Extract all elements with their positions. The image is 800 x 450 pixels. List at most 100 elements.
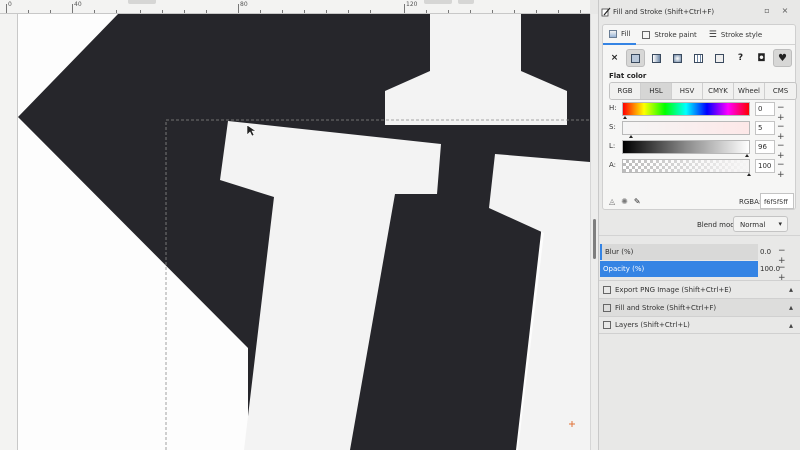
alpha-label: A: [609, 161, 617, 169]
toolbar-button-stub[interactable] [424, 0, 452, 4]
blur-label: Blur (%) [605, 248, 634, 256]
pattern-button[interactable] [710, 49, 729, 67]
alpha-value[interactable]: 100 [755, 159, 775, 173]
ruler-label: 120 [406, 1, 418, 8]
opacity-label: Opacity (%) [603, 265, 645, 273]
export-icon [603, 285, 611, 294]
saturation-slider[interactable] [622, 121, 750, 135]
color-picker-icon[interactable]: ✎ [634, 197, 641, 206]
opacity-row: Opacity (%) 100.0 −+ [600, 261, 797, 283]
fill-rule-nonzero-button[interactable]: ♥ [773, 49, 792, 67]
mode-cms[interactable]: CMS [765, 83, 796, 99]
fill-stroke-panel: Fill Stroke paint ☰ Stroke style × ? ◘ ♥… [602, 24, 797, 210]
opacity-slider[interactable]: Opacity (%) [600, 261, 758, 277]
left-ruler[interactable] [0, 14, 18, 450]
out-of-gamut-icon: ✺ [621, 197, 628, 206]
hue-slider[interactable] [622, 102, 750, 116]
hue-label: H: [609, 104, 617, 112]
flat-color-label: Flat color [609, 72, 647, 80]
stroke-style-icon: ☰ [708, 30, 717, 40]
rgba-input[interactable]: f6f5f5ff [760, 193, 794, 209]
fill-rule-evenodd-button[interactable]: ◘ [752, 49, 771, 67]
blur-row: Blur (%) 0.0 −+ [600, 244, 797, 266]
ruler-label: 80 [240, 1, 248, 8]
blur-value[interactable]: 0.0 [760, 248, 771, 256]
fill-stroke-icon [601, 7, 611, 17]
chevron-up-icon: ▴ [788, 303, 793, 312]
mode-rgb[interactable]: RGB [610, 83, 641, 99]
fill-stroke-panel-header[interactable]: Fill and Stroke (Shift+Ctrl+F) ▴ [599, 298, 800, 316]
export-png-panel-header[interactable]: Export PNG Image (Shift+Ctrl+E) ▴ [599, 280, 800, 298]
tab-stroke-style[interactable]: ☰ Stroke style [703, 25, 768, 45]
paint-type-row: × ? ◘ ♥ [605, 49, 792, 67]
radial-gradient-button[interactable] [668, 49, 687, 67]
saturation-label: S: [609, 123, 616, 131]
top-ruler[interactable]: 0 40 80 120 [0, 0, 590, 14]
alpha-stepper[interactable]: −+ [777, 160, 793, 180]
ruler-tick [404, 4, 405, 13]
ruler-label: 0 [8, 1, 12, 8]
saturation-value[interactable]: 5 [755, 121, 775, 135]
saturation-marker[interactable] [629, 135, 633, 138]
dock-title: Fill and Stroke (Shift+Ctrl+F) [613, 8, 715, 16]
ruler-tick [72, 4, 73, 13]
ruler-tick [238, 4, 239, 13]
inkscape-window: 0 40 80 120 Fill and Stroke (Shift+Ctrl+… [0, 0, 800, 450]
layers-icon [603, 321, 611, 329]
tab-label: Fill [621, 30, 631, 38]
alpha-slider-row: A: 100 −+ [609, 158, 793, 180]
rgba-label: RGBA: [739, 198, 762, 206]
lightness-slider[interactable] [622, 140, 750, 154]
blend-mode-row: Blend mode: Normal ▾ [599, 212, 800, 236]
saturation-slider-row: S: 5 −+ [609, 120, 793, 142]
flat-color-button[interactable] [626, 49, 645, 67]
blend-mode-value: Normal [740, 221, 766, 229]
mode-hsl[interactable]: HSL [641, 83, 672, 99]
mode-cmyk[interactable]: CMYK [703, 83, 734, 99]
hue-slider-row: H: 0 −+ [609, 101, 793, 123]
ruler-label: 40 [74, 1, 82, 8]
toolbar-button-stub[interactable] [458, 0, 474, 4]
no-paint-button[interactable]: × [605, 49, 624, 67]
tab-fill[interactable]: Fill [603, 25, 637, 45]
lightness-slider-row: L: 96 −+ [609, 139, 793, 161]
blur-slider[interactable]: Blur (%) [600, 244, 758, 260]
fill-stroke-tabs: Fill Stroke paint ☰ Stroke style [603, 25, 795, 45]
lightness-marker[interactable] [745, 154, 749, 157]
alpha-slider[interactable] [622, 159, 750, 173]
canvas-artwork [18, 14, 590, 450]
stroke-paint-icon [642, 31, 651, 39]
panel-header-label: Export PNG Image (Shift+Ctrl+E) [615, 285, 732, 294]
hue-value[interactable]: 0 [755, 102, 775, 116]
toolbar-button-stub[interactable] [128, 0, 156, 4]
lightness-value[interactable]: 96 [755, 140, 775, 154]
layers-panel-header[interactable]: Layers (Shift+Ctrl+L) ▴ [599, 316, 800, 334]
close-icon[interactable]: × [781, 7, 789, 15]
scrollbar-thumb[interactable] [593, 219, 596, 259]
hue-marker[interactable] [623, 116, 627, 119]
linear-gradient-button[interactable] [647, 49, 666, 67]
vertical-scrollbar[interactable] [590, 14, 598, 450]
color-mode-tabs: RGB HSL HSV CMYK Wheel CMS [609, 82, 797, 100]
float-icon[interactable]: ▫ [763, 7, 771, 15]
panel-header-label: Layers (Shift+Ctrl+L) [615, 321, 690, 329]
mode-wheel[interactable]: Wheel [734, 83, 765, 99]
chevron-down-icon: ▾ [778, 220, 782, 228]
chevron-up-icon: ▴ [788, 285, 793, 294]
lightness-label: L: [609, 142, 616, 150]
unset-paint-button[interactable]: ? [731, 49, 750, 67]
ruler-tick [6, 4, 7, 13]
mode-hsv[interactable]: HSV [672, 83, 703, 99]
drawing-canvas[interactable] [18, 14, 590, 450]
color-tools: ◬ ✺ ✎ [609, 197, 641, 206]
mesh-gradient-button[interactable] [689, 49, 708, 67]
tab-label: Stroke style [720, 31, 763, 39]
chevron-up-icon: ▴ [788, 321, 793, 330]
dock-panel: Fill and Stroke (Shift+Ctrl+F) ▫ × Fill … [598, 0, 800, 450]
blend-mode-select[interactable]: Normal ▾ [733, 216, 788, 232]
fill-stroke-icon [603, 303, 611, 312]
color-managed-icon: ◬ [609, 197, 616, 206]
alpha-marker[interactable] [747, 173, 751, 176]
panel-header-label: Fill and Stroke (Shift+Ctrl+F) [615, 303, 717, 312]
tab-stroke-paint[interactable]: Stroke paint [636, 25, 702, 45]
